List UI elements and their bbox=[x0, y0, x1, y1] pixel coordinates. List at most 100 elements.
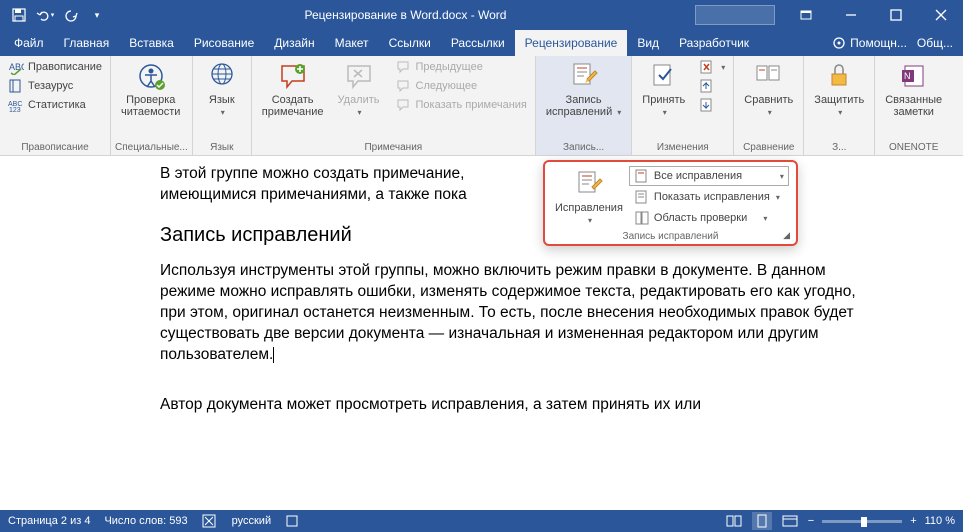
minimize-icon[interactable] bbox=[828, 0, 873, 30]
share-button[interactable]: Общ... bbox=[917, 36, 953, 50]
show-markup-icon bbox=[634, 189, 650, 205]
word-count[interactable]: Число слов: 593 bbox=[104, 515, 187, 527]
group-tracking: Запись исправлений ▾ Запись... bbox=[536, 56, 632, 155]
close-icon[interactable] bbox=[918, 0, 963, 30]
show-comments-icon bbox=[396, 97, 412, 113]
new-comment-button[interactable]: Создать примечание bbox=[256, 58, 330, 120]
tracking-group-callout: Исправления▾ Все исправления ▾ Показать … bbox=[543, 160, 798, 246]
group-accessibility: Проверка читаемости Специальные... bbox=[111, 56, 193, 155]
tab-review[interactable]: Рецензирование bbox=[515, 30, 628, 56]
next-comment-button[interactable]: Следующее bbox=[392, 77, 531, 95]
prev-change-button[interactable] bbox=[695, 77, 729, 95]
tab-design[interactable]: Дизайн bbox=[264, 30, 324, 56]
reviewing-pane-button[interactable]: Область проверки ▾ bbox=[629, 208, 792, 228]
tab-home[interactable]: Главная bbox=[54, 30, 120, 56]
qat-customize-icon[interactable]: ▾ bbox=[86, 4, 108, 26]
next-comment-icon bbox=[396, 78, 412, 94]
read-mode-icon[interactable] bbox=[724, 512, 744, 530]
next-change-button[interactable] bbox=[695, 96, 729, 114]
spelling-button[interactable]: ABCПравописание bbox=[4, 58, 106, 76]
save-icon[interactable] bbox=[8, 4, 30, 26]
undo-icon[interactable]: ▾ bbox=[34, 4, 56, 26]
language-button[interactable]: Язык▾ bbox=[197, 58, 247, 120]
show-markup-button[interactable]: Показать исправления▾ bbox=[629, 187, 792, 207]
group-label: Сравнение bbox=[738, 140, 799, 155]
new-comment-icon bbox=[277, 60, 309, 92]
page-indicator[interactable]: Страница 2 из 4 bbox=[8, 515, 90, 527]
tell-me[interactable]: Помощн... bbox=[832, 36, 907, 50]
tab-mailings[interactable]: Рассылки bbox=[441, 30, 515, 56]
prev-comment-icon bbox=[396, 59, 412, 75]
redo-icon[interactable] bbox=[60, 4, 82, 26]
maximize-icon[interactable] bbox=[873, 0, 918, 30]
tab-view[interactable]: Вид bbox=[627, 30, 669, 56]
group-onenote: N Связанные заметки ONENOTE bbox=[875, 56, 952, 155]
tab-developer[interactable]: Разработчик bbox=[669, 30, 759, 56]
linked-notes-button[interactable]: N Связанные заметки bbox=[879, 58, 948, 120]
body-text: Автор документа может просмотреть исправ… bbox=[160, 395, 863, 416]
chevron-down-icon: ▾ bbox=[221, 108, 225, 117]
protect-button[interactable]: Защитить▾ bbox=[808, 58, 870, 120]
body-text: В этой группе можно создать примечание, bbox=[160, 165, 464, 182]
chevron-down-icon: ▾ bbox=[763, 214, 767, 223]
show-comments-button[interactable]: Показать примечания bbox=[392, 96, 531, 114]
tab-layout[interactable]: Макет bbox=[325, 30, 379, 56]
web-layout-icon[interactable] bbox=[780, 512, 800, 530]
display-for-review-combo[interactable]: Все исправления ▾ bbox=[629, 166, 789, 186]
svg-text:N: N bbox=[904, 71, 911, 81]
track-changes-button[interactable]: Запись исправлений ▾ bbox=[540, 58, 627, 120]
stats-icon: ABC123 bbox=[8, 97, 24, 113]
chevron-down-icon: ▾ bbox=[768, 108, 772, 117]
chevron-down-icon: ▾ bbox=[358, 108, 362, 117]
tab-references[interactable]: Ссылки bbox=[379, 30, 441, 56]
check-accessibility-button[interactable]: Проверка читаемости bbox=[115, 58, 186, 120]
track-changes-button-callout[interactable]: Исправления▾ bbox=[549, 166, 629, 240]
macro-status-icon[interactable] bbox=[285, 514, 299, 528]
print-layout-icon[interactable] bbox=[752, 512, 772, 530]
proofing-status-icon[interactable] bbox=[202, 514, 218, 528]
reject-button[interactable]: ▾ bbox=[695, 58, 729, 76]
text-cursor bbox=[273, 347, 274, 363]
word-count-button[interactable]: ABC123Статистика bbox=[4, 96, 106, 114]
accessibility-icon bbox=[135, 60, 167, 92]
track-changes-icon bbox=[568, 60, 600, 92]
prev-comment-button[interactable]: Предыдущее bbox=[392, 58, 531, 76]
delete-comment-button[interactable]: Удалить▾ bbox=[332, 58, 386, 120]
compare-button[interactable]: Сравнить▾ bbox=[738, 58, 799, 120]
zoom-out-button[interactable]: − bbox=[808, 515, 814, 527]
accept-button[interactable]: Принять▾ bbox=[636, 58, 691, 120]
callout-group-label: Запись исправлений bbox=[545, 231, 796, 242]
group-label: ONENOTE bbox=[879, 140, 948, 155]
title-bar: ▾ ▾ Рецензирование в Word.docx - Word bbox=[0, 0, 963, 30]
tab-file[interactable]: Файл bbox=[4, 30, 54, 56]
group-language: Язык▾ Язык bbox=[193, 56, 252, 155]
document-area[interactable]: В этой группе можно создать примечание, и… bbox=[0, 156, 963, 510]
group-label: Специальные... bbox=[115, 140, 188, 155]
svg-text:ABC: ABC bbox=[9, 62, 24, 72]
body-text: имеющимися примечаниями, а также пока bbox=[160, 186, 467, 203]
group-changes: Принять▾ ▾ Изменения bbox=[632, 56, 734, 155]
group-compare: Сравнить▾ Сравнение bbox=[734, 56, 804, 155]
chevron-down-icon: ▾ bbox=[838, 108, 842, 117]
group-comments: Создать примечание Удалить▾ Предыдущее С… bbox=[252, 56, 536, 155]
ribbon-options-icon[interactable] bbox=[783, 0, 828, 30]
group-label: Язык bbox=[197, 140, 247, 155]
user-account[interactable] bbox=[695, 5, 775, 25]
onenote-icon: N bbox=[898, 60, 930, 92]
track-changes-icon bbox=[573, 168, 605, 200]
reviewing-pane-icon bbox=[634, 210, 650, 226]
zoom-slider[interactable] bbox=[822, 520, 902, 523]
zoom-level[interactable]: 110 % bbox=[925, 515, 955, 527]
chevron-down-icon: ▾ bbox=[721, 63, 725, 72]
language-indicator[interactable]: русский bbox=[232, 515, 271, 527]
group-protect: Защитить▾ З... bbox=[804, 56, 875, 155]
tab-insert[interactable]: Вставка bbox=[119, 30, 184, 56]
group-label: Изменения bbox=[636, 140, 729, 155]
zoom-in-button[interactable]: + bbox=[910, 515, 916, 527]
dialog-launcher-icon[interactable]: ◢ bbox=[783, 230, 790, 241]
thesaurus-button[interactable]: Тезаурус bbox=[4, 77, 106, 95]
next-change-icon bbox=[699, 97, 715, 113]
body-text: Используя инструменты этой группы, можно… bbox=[160, 262, 856, 363]
tab-draw[interactable]: Рисование bbox=[184, 30, 264, 56]
language-icon bbox=[206, 60, 238, 92]
